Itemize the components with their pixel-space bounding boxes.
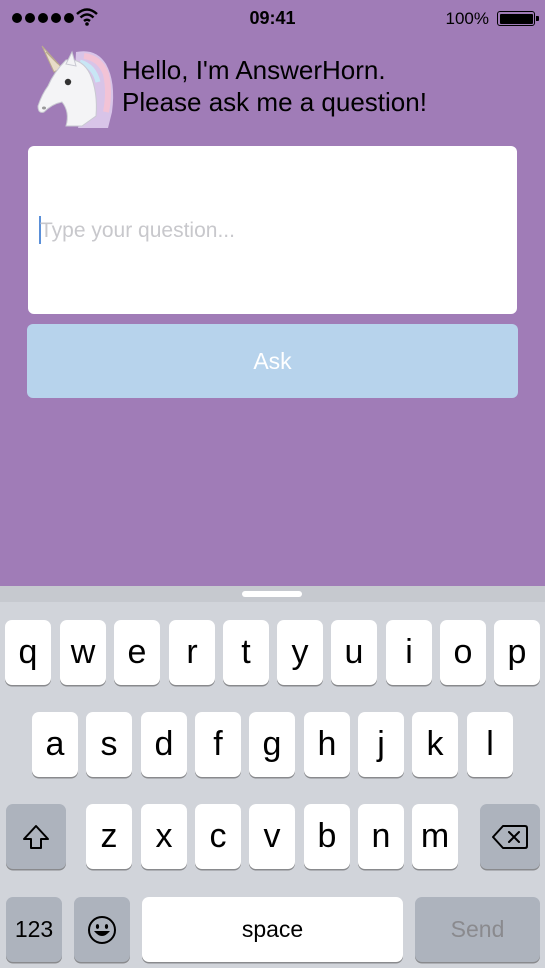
key-y[interactable]: y [277, 620, 323, 685]
key-z[interactable]: z [86, 804, 132, 869]
key-m[interactable]: m [412, 804, 458, 869]
key-q[interactable]: q [5, 620, 51, 685]
key-f[interactable]: f [195, 712, 241, 777]
keyboard-drag-handle[interactable] [242, 591, 302, 597]
key-s[interactable]: s [86, 712, 132, 777]
key-j[interactable]: j [358, 712, 404, 777]
key-e[interactable]: e [114, 620, 160, 685]
key-a[interactable]: a [32, 712, 78, 777]
battery-icon [497, 11, 539, 26]
key-v[interactable]: v [249, 804, 295, 869]
unicorn-icon [37, 45, 114, 128]
key-g[interactable]: g [249, 712, 295, 777]
send-key[interactable]: Send [415, 897, 540, 962]
keyboard-top-bar [0, 586, 545, 602]
greeting-line-1: Hello, I'm AnswerHorn. [122, 55, 386, 85]
key-h[interactable]: h [304, 712, 350, 777]
question-input[interactable] [40, 216, 500, 246]
key-l[interactable]: l [467, 712, 513, 777]
key-d[interactable]: d [141, 712, 187, 777]
key-o[interactable]: o [440, 620, 486, 685]
emoji-icon [88, 915, 116, 944]
key-w[interactable]: w [60, 620, 106, 685]
key-i[interactable]: i [386, 620, 432, 685]
shift-icon [23, 824, 49, 849]
ask-button[interactable]: Ask [27, 324, 518, 398]
key-u[interactable]: u [331, 620, 377, 685]
space-key[interactable]: space [142, 897, 403, 962]
battery-percentage: 100% [445, 9, 489, 28]
status-bar: 09:41 100% [0, 0, 545, 38]
key-k[interactable]: k [412, 712, 458, 777]
key-c[interactable]: c [195, 804, 241, 869]
delete-key[interactable] [480, 804, 540, 869]
question-box[interactable] [28, 146, 517, 314]
key-p[interactable]: p [494, 620, 540, 685]
key-x[interactable]: x [141, 804, 187, 869]
key-n[interactable]: n [358, 804, 404, 869]
key-b[interactable]: b [304, 804, 350, 869]
key-r[interactable]: r [169, 620, 215, 685]
shift-key[interactable] [6, 804, 66, 869]
keyboard: q w e r t y u i o p a s d f g h j k l z … [0, 586, 545, 968]
key-t[interactable]: t [223, 620, 269, 685]
numbers-key[interactable]: 123 [6, 897, 62, 962]
emoji-key[interactable] [74, 897, 130, 962]
greeting-text: Hello, I'm AnswerHorn. Please ask me a q… [122, 54, 542, 118]
greeting-line-2: Please ask me a question! [122, 87, 427, 117]
delete-icon [492, 824, 528, 849]
